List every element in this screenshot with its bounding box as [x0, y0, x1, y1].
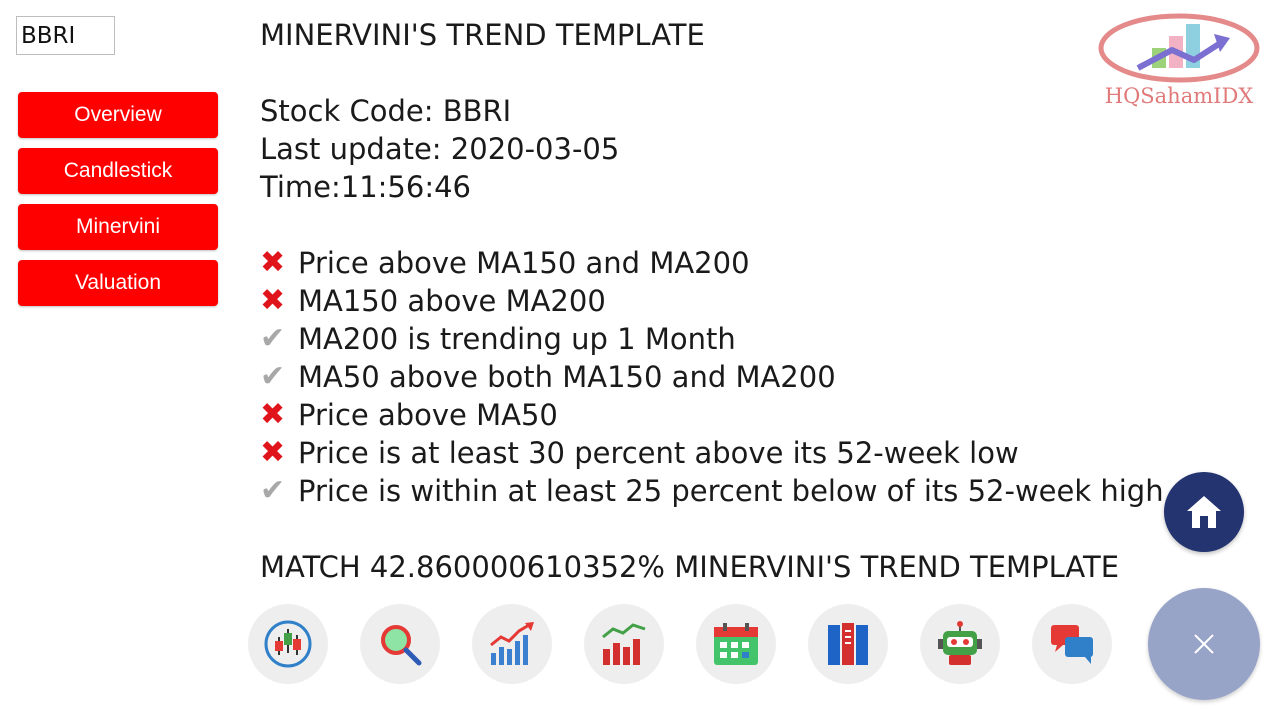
cross-mark-icon: ✖	[260, 283, 286, 318]
candlestick-app-button[interactable]	[248, 604, 328, 684]
criteria-item: ✔ MA50 above both MA150 and MA200	[260, 358, 1160, 396]
criteria-item: ✖ Price above MA50	[260, 396, 1160, 434]
criteria-text: Price is at least 30 percent above its 5…	[298, 436, 1019, 470]
trend-app-button[interactable]	[472, 604, 552, 684]
stock-code-text: Stock Code: BBRI	[260, 94, 512, 128]
criteria-item: ✔ MA200 is trending up 1 Month	[260, 320, 1160, 358]
time-text: Time:11:56:46	[260, 170, 471, 204]
cross-mark-icon: ✖	[260, 245, 286, 280]
criteria-text: MA200 is trending up 1 Month	[298, 322, 736, 356]
criteria-text: MA150 above MA200	[298, 284, 606, 318]
calendar-icon	[714, 623, 758, 665]
check-mark-icon: ✔	[260, 359, 286, 394]
stock-code-input[interactable]	[16, 16, 115, 55]
candlestick-button[interactable]: Candlestick	[18, 148, 218, 194]
chat-bubbles-icon	[1051, 625, 1093, 664]
logo-text: HQSahamIDX	[1104, 84, 1254, 108]
criteria-text: MA50 above both MA150 and MA200	[298, 360, 836, 394]
criteria-item: ✖ Price is at least 30 percent above its…	[260, 434, 1160, 472]
chart-logo-icon	[1098, 13, 1260, 83]
close-icon	[1194, 634, 1214, 654]
criteria-text: Price above MA150 and MA200	[298, 246, 750, 280]
last-update-text: Last update: 2020-03-05	[260, 132, 620, 166]
home-button[interactable]	[1164, 472, 1244, 552]
library-app-button[interactable]	[808, 604, 888, 684]
rising-bar-chart-icon	[490, 622, 534, 665]
cross-mark-icon: ✖	[260, 397, 286, 432]
page-title: MINERVINI'S TREND TEMPLATE	[260, 18, 705, 52]
criteria-item: ✖ MA150 above MA200	[260, 282, 1160, 320]
criteria-item: ✖ Price above MA150 and MA200	[260, 244, 1160, 282]
robot-icon	[938, 621, 982, 665]
brand-logo: HQSahamIDX	[1094, 8, 1264, 108]
cross-mark-icon: ✖	[260, 435, 286, 470]
match-summary: MATCH 42.860000610352% MINERVINI'S TREND…	[260, 550, 1120, 584]
overview-button[interactable]: Overview	[18, 92, 218, 138]
home-icon	[1187, 496, 1221, 528]
criteria-text: Price is within at least 25 percent belo…	[298, 474, 1164, 508]
criteria-text: Price above MA50	[298, 398, 558, 432]
chat-app-button[interactable]	[1032, 604, 1112, 684]
valuation-button[interactable]: Valuation	[18, 260, 218, 306]
bar-trend-chart-icon	[602, 623, 646, 665]
main-content: MINERVINI'S TREND TEMPLATE Stock Code: B…	[260, 16, 1164, 586]
close-menu-button[interactable]	[1148, 588, 1260, 700]
calendar-app-button[interactable]	[696, 604, 776, 684]
market-app-button[interactable]	[584, 604, 664, 684]
check-mark-icon: ✔	[260, 473, 286, 508]
search-app-button[interactable]	[360, 604, 440, 684]
check-mark-icon: ✔	[260, 321, 286, 356]
side-nav: Overview Candlestick Minervini Valuation	[18, 92, 218, 316]
criteria-item: ✔ Price is within at least 25 percent be…	[260, 472, 1164, 510]
magnifier-icon	[381, 625, 422, 666]
minervini-button[interactable]: Minervini	[18, 204, 218, 250]
books-icon	[828, 623, 868, 665]
candlestick-chart-icon	[264, 620, 312, 668]
robot-app-button[interactable]	[920, 604, 1000, 684]
